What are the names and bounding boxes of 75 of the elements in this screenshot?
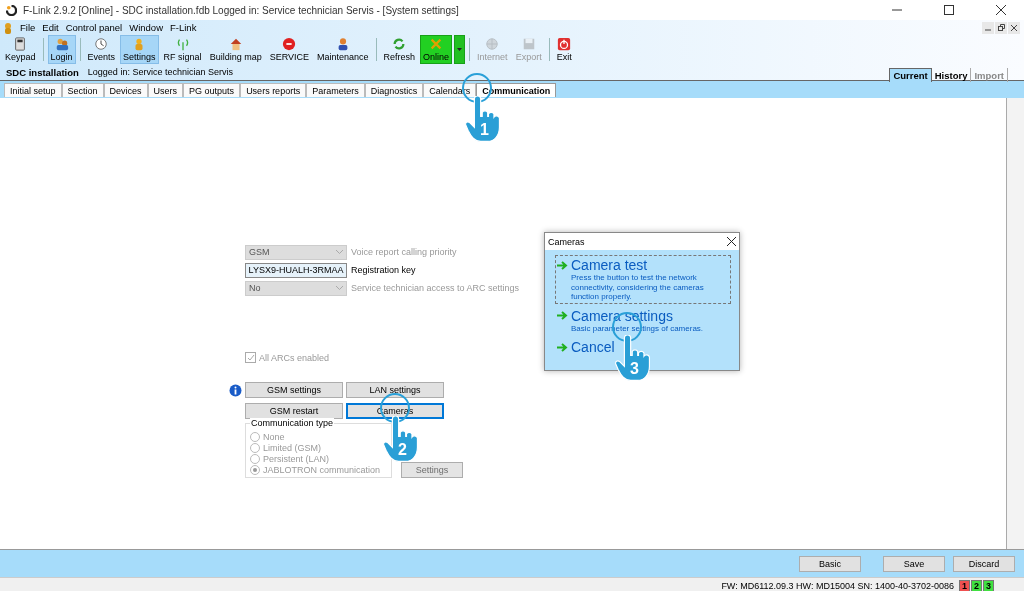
power-icon: [557, 37, 572, 51]
tab[interactable]: Section: [61, 83, 104, 97]
clock-icon: [94, 37, 109, 51]
step-number: 3: [630, 360, 639, 378]
chevron-down-icon: [336, 250, 343, 254]
radio-label: JABLOTRON communication: [263, 464, 381, 475]
close-icon[interactable]: [1008, 21, 1020, 34]
pointing-hand-icon: [383, 416, 419, 463]
app-logo-icon: [6, 4, 17, 16]
tab[interactable]: Diagnostics: [364, 83, 424, 97]
arrow-right-icon: [557, 311, 568, 321]
footer-button[interactable]: Discard: [953, 555, 1015, 572]
checkbox-label: All ARCs enabled: [259, 352, 330, 363]
registration-key-field[interactable]: LYSX9-HUALH-3RMAA: [245, 262, 347, 278]
tab[interactable]: PG outputs: [183, 83, 241, 97]
info-icon[interactable]: [229, 383, 242, 397]
field-label: Service technician access to ARC settings: [351, 283, 520, 293]
field-label: Voice report calling priority: [351, 247, 457, 257]
toolbar-button[interactable]: Building map: [206, 35, 265, 64]
menu-item[interactable]: Edit: [42, 22, 59, 33]
tab[interactable]: Devices: [103, 83, 148, 97]
antenna-icon: [175, 37, 190, 51]
menu-item[interactable]: F-Link: [170, 22, 197, 33]
window-title: F-Link 2.9.2 [Online] - SDC installation.fdb Logged in: Service technician Servis - [System settings]: [23, 4, 460, 16]
step-number: 2: [398, 441, 407, 459]
toolbar-button[interactable]: Online: [420, 35, 453, 64]
menu-item[interactable]: File: [20, 22, 36, 33]
action-button[interactable]: GSM restart: [245, 403, 343, 419]
house-icon: [228, 37, 243, 51]
action-button[interactable]: LAN settings: [346, 382, 444, 398]
group-title: Communication type: [250, 418, 335, 428]
dialog-option[interactable]: Camera test Press the button to test the network connectivity, considering the cameras function properly.: [555, 255, 731, 304]
toolbar-button[interactable]: Exit: [553, 35, 575, 64]
refresh-icon: [392, 37, 407, 51]
dialog-option[interactable]: Cancel: [555, 337, 731, 358]
action-button[interactable]: GSM settings: [245, 382, 343, 398]
radio-label: Persistent (LAN): [263, 453, 330, 464]
status-indicator: 1: [959, 580, 970, 591]
restore-icon[interactable]: [995, 21, 1007, 34]
toolbar-button[interactable]: Maintenance: [314, 35, 372, 64]
tab[interactable]: Initial setup: [4, 83, 62, 97]
pointing-hand-icon: [615, 335, 651, 382]
globe-icon: [485, 37, 500, 51]
menu-item[interactable]: Window: [129, 22, 163, 33]
toolbar-button[interactable]: Settings: [120, 35, 159, 64]
status-text: FW: MD6112.09.3 HW: MD15004 SN: 1400-40-3702-0086: [721, 581, 954, 591]
toolbar-button[interactable]: Login: [47, 35, 76, 64]
chevron-down-icon: [336, 286, 343, 290]
step-number: 1: [480, 121, 489, 139]
installation-name: SDC installation: [6, 66, 79, 78]
menu-item[interactable]: Control panel: [65, 22, 123, 33]
tab[interactable]: Parameters: [306, 83, 365, 97]
footer-button[interactable]: Save: [883, 555, 945, 572]
toolbar-button[interactable]: Refresh: [380, 35, 419, 64]
view-tab[interactable]: Current: [889, 68, 932, 82]
tab[interactable]: Users reports: [240, 83, 307, 97]
close-icon[interactable]: [727, 237, 736, 246]
logged-in-user: Logged in: Service technician Servis: [87, 67, 233, 77]
tab[interactable]: Users: [147, 83, 184, 97]
toolbar-button[interactable]: Keypad: [2, 35, 39, 64]
status-indicator: 2: [971, 580, 982, 591]
dialog-title: Cameras: [548, 236, 585, 247]
radio-label: None: [263, 431, 285, 442]
keypad-icon: [13, 37, 28, 51]
arrow-right-icon: [557, 342, 568, 352]
field-label: Registration key: [351, 265, 416, 275]
status-indicator: 3: [983, 580, 994, 591]
floppy-icon: [521, 37, 536, 51]
toolbar-button[interactable]: RF signal: [160, 35, 205, 64]
radio-label: Limited (GSM): [263, 442, 321, 453]
toolbar-button[interactable]: Events: [84, 35, 119, 64]
arrow-right-icon: [557, 260, 568, 270]
toolbar-button[interactable]: SERVICE: [266, 35, 312, 64]
people-icon: [54, 37, 69, 51]
footer-button[interactable]: Basic: [799, 555, 861, 572]
